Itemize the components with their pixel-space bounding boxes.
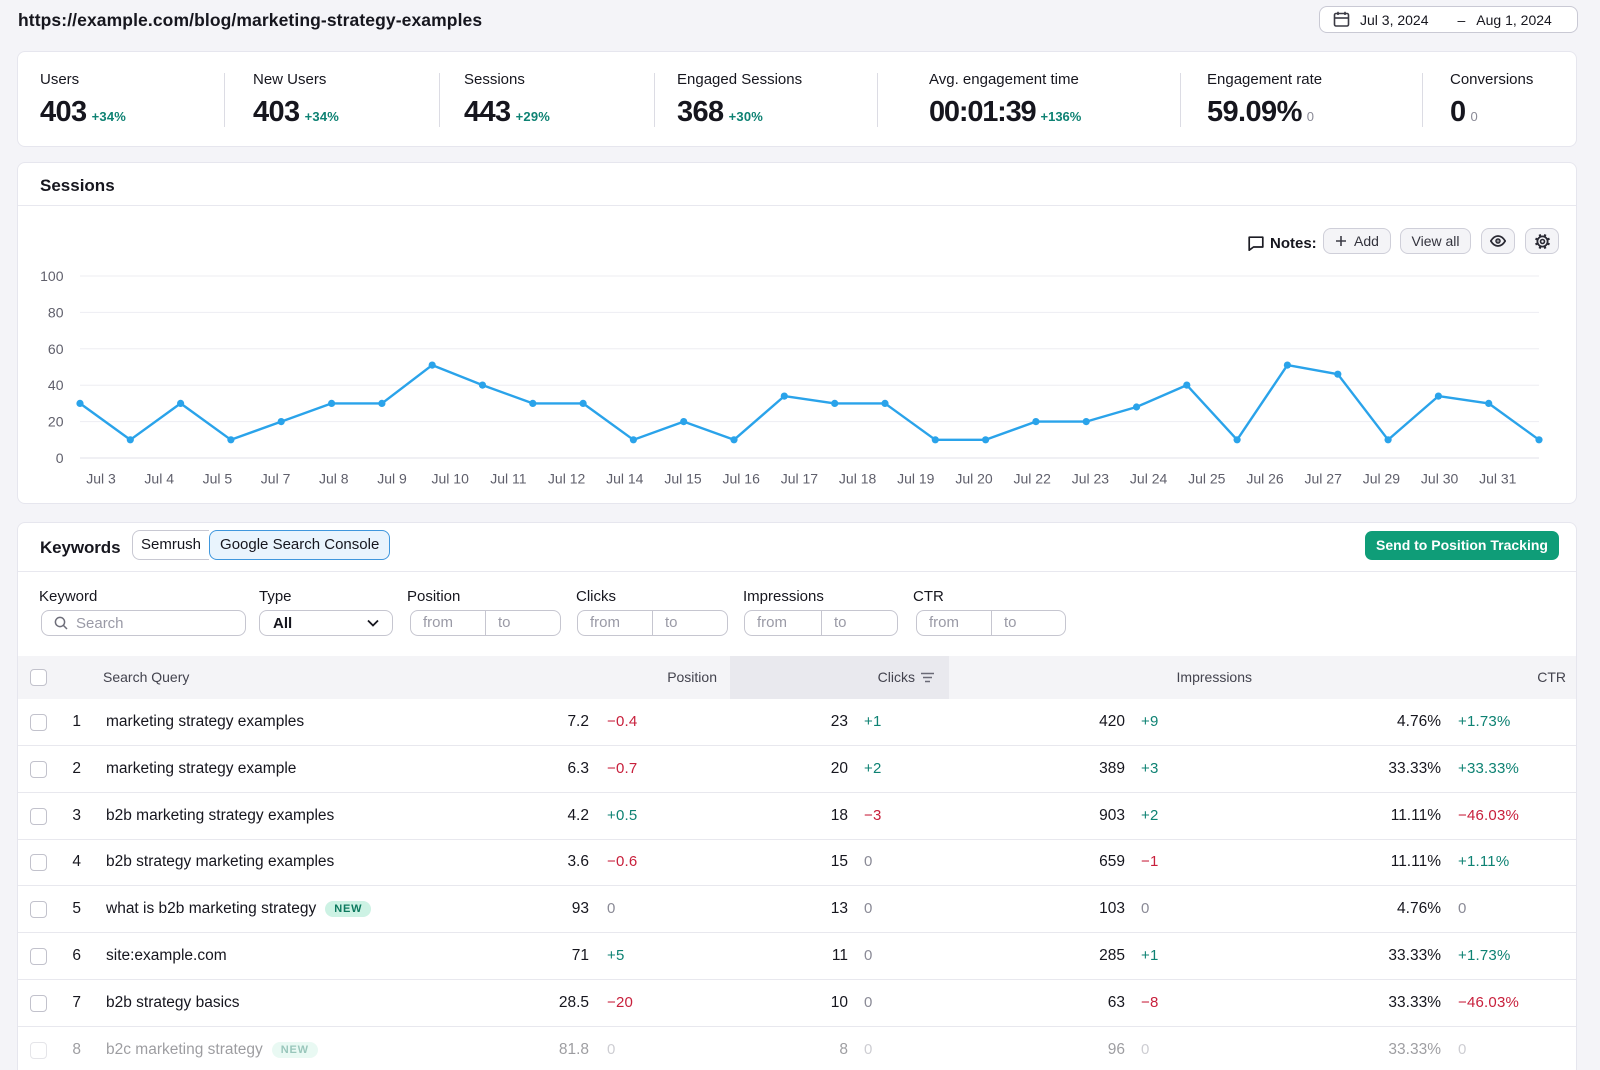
svg-text:Jul 24: Jul 24 bbox=[1130, 471, 1168, 487]
svg-text:Jul 12: Jul 12 bbox=[548, 471, 586, 487]
svg-text:Jul 15: Jul 15 bbox=[664, 471, 702, 487]
svg-text:Jul 26: Jul 26 bbox=[1246, 471, 1284, 487]
svg-text:Jul 19: Jul 19 bbox=[897, 471, 935, 487]
svg-text:Jul 30: Jul 30 bbox=[1421, 471, 1459, 487]
svg-text:Jul 14: Jul 14 bbox=[606, 471, 644, 487]
svg-text:Jul 31: Jul 31 bbox=[1479, 471, 1517, 487]
svg-text:60: 60 bbox=[48, 341, 64, 357]
svg-text:Jul 20: Jul 20 bbox=[955, 471, 993, 487]
svg-text:Jul 4: Jul 4 bbox=[144, 471, 174, 487]
svg-text:20: 20 bbox=[48, 414, 64, 430]
svg-text:Jul 3: Jul 3 bbox=[86, 471, 116, 487]
svg-text:40: 40 bbox=[48, 377, 64, 393]
svg-text:Jul 16: Jul 16 bbox=[723, 471, 761, 487]
svg-text:Jul 10: Jul 10 bbox=[432, 471, 470, 487]
svg-text:0: 0 bbox=[56, 450, 64, 466]
svg-text:Jul 18: Jul 18 bbox=[839, 471, 877, 487]
svg-text:Jul 11: Jul 11 bbox=[490, 471, 527, 487]
svg-text:Jul 23: Jul 23 bbox=[1072, 471, 1110, 487]
svg-text:Jul 9: Jul 9 bbox=[377, 471, 407, 487]
svg-text:Jul 5: Jul 5 bbox=[203, 471, 233, 487]
svg-text:80: 80 bbox=[48, 304, 64, 320]
svg-text:Jul 29: Jul 29 bbox=[1363, 471, 1401, 487]
svg-text:Jul 7: Jul 7 bbox=[261, 471, 291, 487]
svg-text:Jul 22: Jul 22 bbox=[1014, 471, 1052, 487]
svg-text:Jul 27: Jul 27 bbox=[1305, 471, 1343, 487]
svg-text:Jul 25: Jul 25 bbox=[1188, 471, 1226, 487]
svg-text:Jul 17: Jul 17 bbox=[781, 471, 819, 487]
svg-text:100: 100 bbox=[40, 268, 64, 284]
svg-text:Jul 8: Jul 8 bbox=[319, 471, 349, 487]
